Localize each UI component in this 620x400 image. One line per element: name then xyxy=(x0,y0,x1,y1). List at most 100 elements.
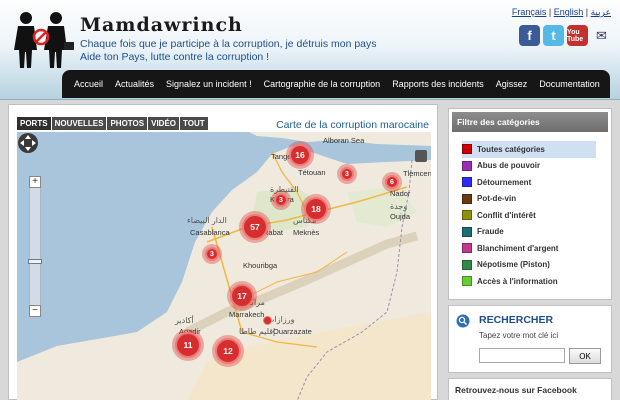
category-fraud[interactable]: Fraude xyxy=(462,224,596,241)
map-marker-cluster[interactable]: 57 xyxy=(242,214,268,240)
tab-news[interactable]: NOUVELLES xyxy=(51,117,107,130)
lang-separator: | xyxy=(583,7,591,17)
map-label-oujda: Oujda xyxy=(390,212,411,221)
nav-act[interactable]: Agissez xyxy=(490,79,534,89)
pan-control-icon[interactable] xyxy=(17,132,39,154)
zoom-slider[interactable]: + − xyxy=(28,176,42,317)
map-label-province: إقليم طاطا xyxy=(239,327,276,336)
map-label-meknes: Meknès xyxy=(293,228,320,237)
map-marker-cluster[interactable]: 3 xyxy=(205,247,219,261)
search-icon xyxy=(456,314,470,328)
map-label-ouarzazate: Ouarzazate xyxy=(273,327,312,336)
category-swatch xyxy=(462,210,472,221)
category-bribe[interactable]: Pot-de-vin xyxy=(462,191,596,208)
language-switcher: Français | English | عربية xyxy=(512,7,611,18)
zoom-in-button[interactable]: + xyxy=(29,176,41,188)
facebook-panel: Retrouvez-nous sur Facebook xyxy=(448,378,612,400)
tab-video[interactable]: VIDÉO xyxy=(148,117,180,130)
tab-reports[interactable]: PORTS xyxy=(17,117,51,130)
category-filter-header: Filtre des catégories xyxy=(452,112,608,132)
map-marker-cluster[interactable]: 6 xyxy=(385,175,399,189)
nav-news[interactable]: Actualités xyxy=(109,79,160,89)
corruption-map[interactable]: Alboran Sea Tanger Tétouan Tlemcen القني… xyxy=(17,132,431,400)
category-swatch xyxy=(462,226,472,237)
lang-french-link[interactable]: Français xyxy=(512,7,547,17)
map-marker-single[interactable] xyxy=(263,316,272,325)
layers-icon[interactable] xyxy=(415,150,427,162)
search-ok-button[interactable]: OK xyxy=(569,348,601,364)
category-all[interactable]: Toutes catégories xyxy=(462,141,596,158)
category-swatch xyxy=(462,177,472,188)
category-label: Conflit d'intérêt xyxy=(477,210,536,220)
map-label-casablanca-ar: الدار البيضاء xyxy=(187,216,227,225)
logo-figures-icon xyxy=(14,12,74,68)
map-marker-cluster[interactable]: 3 xyxy=(274,193,288,207)
contact-icon[interactable]: ✉ xyxy=(591,25,612,46)
tab-photos[interactable]: PHOTOS xyxy=(107,117,148,130)
category-nepotism[interactable]: Népotisme (Piston) xyxy=(462,257,596,274)
category-swatch xyxy=(462,259,472,270)
zoom-slider-thumb[interactable] xyxy=(28,259,42,264)
map-label-khouribga: Khouribga xyxy=(243,261,278,270)
category-label: Détournement xyxy=(477,177,532,187)
category-label: Blanchiment d'argent xyxy=(477,243,559,253)
zoom-out-button[interactable]: − xyxy=(29,305,41,317)
map-panel: PORTS NOUVELLES PHOTOS VIDÉO TOUT Carte … xyxy=(8,104,438,400)
tab-all[interactable]: TOUT xyxy=(180,117,208,130)
lang-arabic-link[interactable]: عربية xyxy=(591,7,611,17)
social-links: f t You Tube ✉ xyxy=(519,25,612,46)
youtube-icon[interactable]: You Tube xyxy=(567,25,588,46)
map-label-oujda-ar: وجدة xyxy=(390,202,408,211)
map-label-alboran: Alboran Sea xyxy=(323,136,365,145)
nav-report-incident[interactable]: Signalez un incident ! xyxy=(160,79,258,89)
map-marker-cluster[interactable]: 12 xyxy=(215,338,241,364)
nav-corruption-map[interactable]: Cartographie de la corruption xyxy=(258,79,387,89)
tagline-line-1: Chaque fois que je participe à la corrup… xyxy=(80,38,377,50)
map-marker-cluster[interactable]: 18 xyxy=(304,197,328,221)
facebook-icon[interactable]: f xyxy=(519,25,540,46)
site-name[interactable]: Mamdawrinch xyxy=(80,14,243,36)
map-label-agadir-ar: أكادير xyxy=(175,316,194,325)
map-label-tetouan: Tétouan xyxy=(298,168,326,177)
category-embezzlement[interactable]: Détournement xyxy=(462,174,596,191)
search-input[interactable] xyxy=(479,348,565,363)
map-marker-cluster[interactable]: 3 xyxy=(340,167,354,181)
main-nav: Accueil Actualités Signalez un incident … xyxy=(62,70,610,98)
map-marker-cluster[interactable]: 17 xyxy=(230,284,254,308)
category-label: Pot-de-vin xyxy=(477,194,517,204)
map-label-nador: Nador xyxy=(390,189,411,198)
map-marker-cluster[interactable]: 11 xyxy=(175,332,201,358)
nav-incident-reports[interactable]: Rapports des incidents xyxy=(386,79,490,89)
category-label: Accès à l'information xyxy=(477,276,558,286)
category-money-laundering[interactable]: Blanchiment d'argent xyxy=(462,240,596,257)
category-filter-panel: Filtre des catégories Toutes catégories … xyxy=(448,108,612,300)
category-label: Toutes catégories xyxy=(477,144,545,154)
map-title: Carte de la corruption marocaine xyxy=(276,119,429,131)
search-title: RECHERCHER xyxy=(479,314,554,326)
map-label-marrakech: Marrakech xyxy=(229,310,265,319)
nav-home[interactable]: Accueil xyxy=(68,79,109,89)
map-marker-cluster[interactable]: 16 xyxy=(289,144,311,166)
category-abuse-of-power[interactable]: Abus de pouvoir xyxy=(462,158,596,175)
tagline-line-2: Aide ton Pays, lutte contre la corruptio… xyxy=(80,51,270,63)
category-label: Népotisme (Piston) xyxy=(477,260,550,270)
map-label-tlemcen: Tlemcen xyxy=(403,169,431,178)
map-label-casablanca: Casablanca xyxy=(190,228,230,237)
nav-documentation[interactable]: Documentation xyxy=(533,79,606,89)
search-panel: RECHERCHER Tapez votre mot clé ici OK xyxy=(448,305,612,373)
twitter-icon[interactable]: t xyxy=(543,25,564,46)
search-hint: Tapez votre mot clé ici xyxy=(479,331,559,340)
category-label: Abus de pouvoir xyxy=(477,161,541,171)
lang-english-link[interactable]: English xyxy=(554,7,584,17)
category-swatch xyxy=(462,243,472,254)
category-swatch xyxy=(462,160,472,171)
category-label: Fraude xyxy=(477,227,504,237)
facebook-panel-title: Retrouvez-nous sur Facebook xyxy=(455,385,577,395)
category-conflict-of-interest[interactable]: Conflit d'intérêt xyxy=(462,207,596,224)
media-tabs: PORTS NOUVELLES PHOTOS VIDÉO TOUT xyxy=(17,117,208,130)
category-access-to-information[interactable]: Accès à l'information xyxy=(462,273,596,290)
map-label-kenitra-ar: القنيطرة xyxy=(270,185,299,194)
category-swatch xyxy=(462,144,472,155)
category-swatch xyxy=(462,276,472,287)
site-header: Mamdawrinch Chaque fois que je participe… xyxy=(0,0,620,100)
